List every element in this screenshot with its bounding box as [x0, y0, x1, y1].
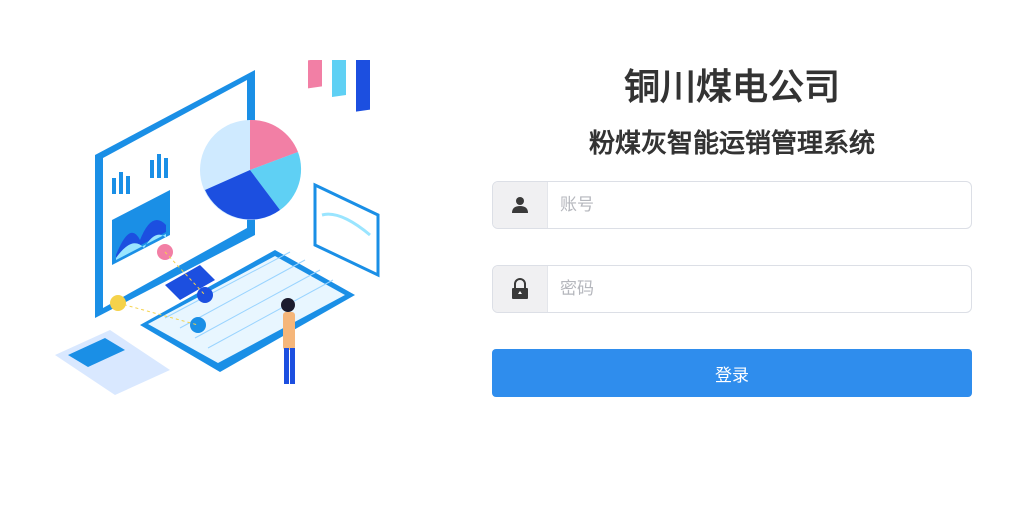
- hero-illustration: [40, 49, 440, 410]
- system-title: 粉煤灰智能运销管理系统: [588, 129, 875, 159]
- user-icon: [493, 182, 548, 228]
- login-button[interactable]: 登录: [492, 349, 972, 397]
- lock-icon: [493, 266, 548, 312]
- password-field[interactable]: [492, 265, 972, 313]
- login-panel: 铜川煤电公司 粉煤灰智能运销管理系统 登录: [492, 60, 972, 397]
- username-input[interactable]: [548, 182, 971, 228]
- company-title: 铜川煤电公司: [623, 67, 840, 108]
- password-input[interactable]: [548, 266, 971, 312]
- username-field[interactable]: [492, 181, 972, 229]
